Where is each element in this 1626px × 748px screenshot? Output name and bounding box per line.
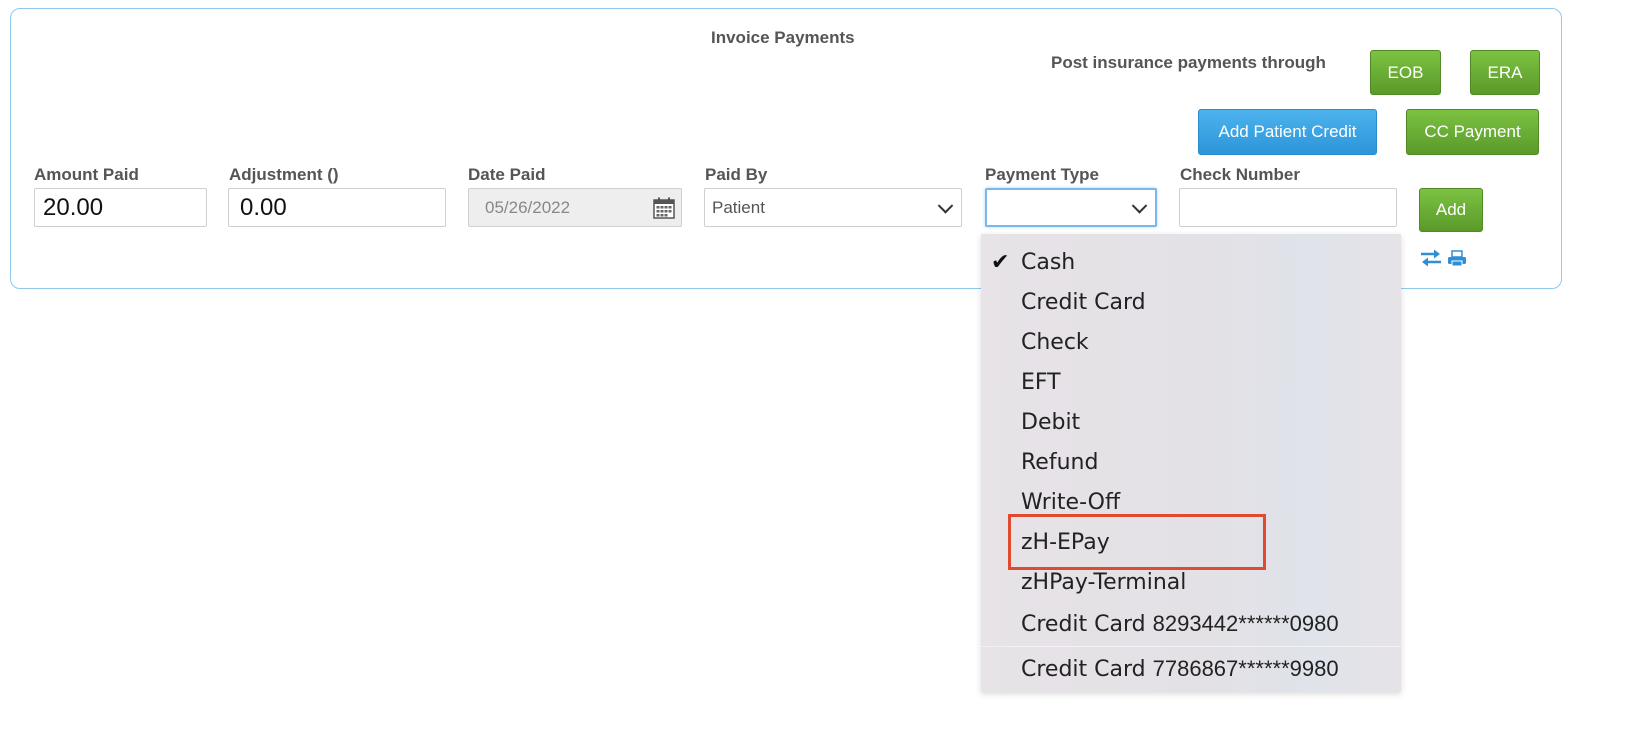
check-number-label: Check Number (1180, 165, 1300, 184)
dropdown-option-debit[interactable]: Debit (1021, 410, 1080, 435)
printer-icon[interactable] (1447, 248, 1467, 268)
checkmark-icon: ✔ (991, 250, 1010, 275)
add-payment-button[interactable]: Add (1419, 188, 1483, 232)
chevron-down-icon (937, 197, 954, 214)
paid-by-label: Paid By (705, 165, 768, 184)
eob-button[interactable]: EOB (1370, 50, 1441, 95)
transfer-icon[interactable] (1419, 248, 1443, 268)
date-paid-input[interactable]: 05/26/2022 (468, 188, 682, 227)
card-number: 7786867******9980 (1152, 656, 1339, 681)
era-button[interactable]: ERA (1470, 50, 1540, 95)
calendar-icon[interactable] (653, 197, 675, 219)
dropdown-divider (981, 646, 1401, 647)
dropdown-option-credit-card[interactable]: Credit Card (1021, 290, 1146, 315)
check-number-input[interactable] (1179, 188, 1397, 227)
amount-paid-input[interactable]: 20.00 (34, 188, 207, 227)
highlight-box (1008, 514, 1266, 570)
dropdown-option-credit-card-2[interactable]: Credit Card 7786867******9980 (1021, 656, 1339, 682)
payment-type-select[interactable] (985, 188, 1157, 227)
adjustment-label: Adjustment () (229, 165, 339, 184)
card-number: 8293442******0980 (1152, 611, 1339, 636)
dropdown-option-refund[interactable]: Refund (1021, 450, 1098, 475)
add-patient-credit-button[interactable]: Add Patient Credit (1198, 109, 1377, 155)
chevron-down-icon (1131, 197, 1148, 214)
amount-paid-label: Amount Paid (34, 165, 139, 184)
payment-type-dropdown: ✔ Cash Credit Card Check EFT Debit Refun… (981, 234, 1401, 692)
page-title: Invoice Payments (711, 28, 855, 47)
action-icons (1419, 248, 1467, 268)
date-paid-value: 05/26/2022 (485, 197, 571, 217)
dropdown-option-write-off[interactable]: Write-Off (1021, 490, 1120, 515)
dropdown-option-credit-card-1[interactable]: Credit Card 8293442******0980 (1021, 611, 1339, 637)
dropdown-option-eft[interactable]: EFT (1021, 370, 1061, 395)
dropdown-option-check[interactable]: Check (1021, 330, 1089, 355)
post-insurance-label: Post insurance payments through (1051, 53, 1326, 72)
cc-payment-button[interactable]: CC Payment (1406, 109, 1539, 155)
dropdown-option-zhpay-terminal[interactable]: zHPay-Terminal (1021, 570, 1186, 595)
paid-by-value: Patient (712, 197, 765, 217)
option-label: Credit Card (1021, 657, 1146, 682)
option-label: Credit Card (1021, 612, 1146, 637)
adjustment-input[interactable]: 0.00 (228, 188, 446, 227)
paid-by-select[interactable]: Patient (704, 188, 962, 227)
date-paid-label: Date Paid (468, 165, 546, 184)
payment-type-label: Payment Type (985, 165, 1100, 184)
dropdown-option-cash[interactable]: Cash (1021, 250, 1075, 275)
